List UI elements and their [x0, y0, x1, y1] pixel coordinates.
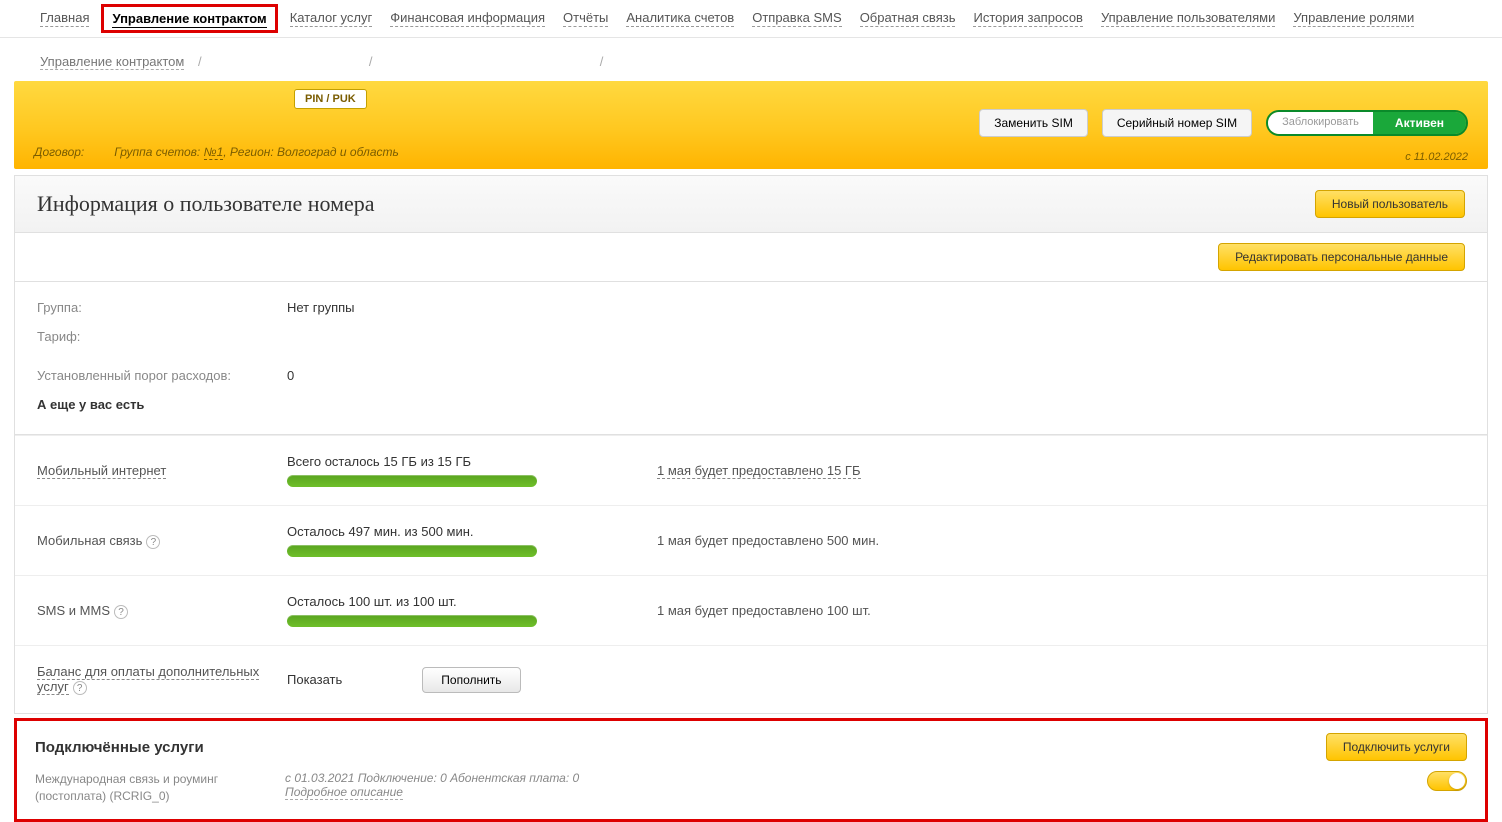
usage-internet-next[interactable]: 1 мая будет предоставлено 15 ГБ — [657, 463, 861, 479]
help-icon[interactable]: ? — [114, 605, 128, 619]
replace-sim-button[interactable]: Заменить SIM — [979, 109, 1088, 137]
nav-reports[interactable]: Отчёты — [563, 10, 608, 27]
usage-sms-label: SMS и MMS — [37, 603, 110, 618]
usage-internet-bar — [287, 475, 537, 487]
nav-roles[interactable]: Управление ролями — [1293, 10, 1414, 27]
group-label: Группа счетов: — [114, 145, 200, 159]
help-icon[interactable]: ? — [146, 535, 160, 549]
top-nav: Главная Управление контрактом Каталог ус… — [0, 0, 1502, 38]
usage-calls-bar — [287, 545, 537, 557]
breadcrumb-sep2: / — [369, 54, 373, 69]
services-section: Подключённые услуги Подключить услуги Ме… — [14, 718, 1488, 822]
usage-sms-next: 1 мая будет предоставлено 100 шт. — [657, 603, 871, 618]
usage-calls-label: Мобильная связь — [37, 533, 142, 548]
breadcrumb-root[interactable]: Управление контрактом — [40, 54, 184, 70]
service-row: Международная связь и роуминг (постоплат… — [35, 771, 1467, 805]
block-button[interactable]: Заблокировать — [1268, 112, 1373, 134]
nav-contract-highlight: Управление контрактом — [101, 4, 277, 33]
breadcrumb-sep3: / — [600, 54, 604, 69]
group-field-label: Группа: — [37, 300, 287, 315]
usage-balance-row: Баланс для оплаты дополнительных услуг? … — [15, 645, 1487, 713]
also-have-header: А еще у вас есть — [37, 397, 1465, 412]
pin-puk-button[interactable]: PIN / PUK — [294, 89, 367, 109]
usage-section: Мобильный интернет Всего осталось 15 ГБ … — [14, 435, 1488, 714]
tariff-field-label: Тариф: — [37, 329, 287, 344]
help-icon[interactable]: ? — [73, 681, 87, 695]
usage-internet-row: Мобильный интернет Всего осталось 15 ГБ … — [15, 435, 1487, 505]
region-text: , Регион: Волгоград и область — [223, 145, 399, 159]
nav-history[interactable]: История запросов — [973, 10, 1083, 27]
balance-show[interactable]: Показать — [287, 672, 342, 687]
service-toggle[interactable] — [1427, 771, 1467, 791]
nav-users[interactable]: Управление пользователями — [1101, 10, 1275, 27]
new-user-button[interactable]: Новый пользователь — [1315, 190, 1465, 218]
edit-personal-button[interactable]: Редактировать персональные данные — [1218, 243, 1465, 271]
usage-sms-bar — [287, 615, 537, 627]
usage-sms-text: Осталось 100 шт. из 100 шт. — [287, 594, 657, 609]
usage-internet-text: Всего осталось 15 ГБ из 15 ГБ — [287, 454, 657, 469]
group-link[interactable]: №1 — [204, 145, 224, 160]
usage-calls-next: 1 мая будет предоставлено 500 мин. — [657, 533, 879, 548]
status-pill: Заблокировать Активен — [1266, 110, 1468, 136]
nav-main[interactable]: Главная — [40, 10, 89, 27]
topup-button[interactable]: Пополнить — [422, 667, 520, 693]
nav-sms[interactable]: Отправка SMS — [752, 10, 841, 27]
connect-services-button[interactable]: Подключить услуги — [1326, 733, 1467, 761]
nav-contract[interactable]: Управление контрактом — [112, 11, 266, 28]
usage-sms-row: SMS и MMS? Осталось 100 шт. из 100 шт. 1… — [15, 575, 1487, 645]
threshold-value: 0 — [287, 368, 294, 383]
contract-label: Договор: — [34, 145, 84, 159]
services-title: Подключённые услуги — [35, 739, 204, 756]
breadcrumb: Управление контрактом / / / — [0, 38, 1502, 81]
usage-calls-row: Мобильная связь? Осталось 497 мин. из 50… — [15, 505, 1487, 575]
usage-balance-label[interactable]: Баланс для оплаты дополнительных услуг — [37, 664, 259, 695]
contract-header: PIN / PUK Заменить SIM Серийный номер SI… — [14, 81, 1488, 169]
status-active: Активен — [1373, 112, 1466, 134]
nav-analytics[interactable]: Аналитика счетов — [626, 10, 734, 27]
usage-internet-label[interactable]: Мобильный интернет — [37, 463, 166, 479]
service-meta: с 01.03.2021 Подключение: 0 Абонентская … — [285, 771, 1407, 785]
breadcrumb-sep: / — [198, 54, 202, 69]
threshold-label: Установленный порог расходов: — [37, 368, 287, 383]
nav-catalog[interactable]: Каталог услуг — [290, 10, 373, 27]
edit-row: Редактировать персональные данные — [14, 233, 1488, 282]
serial-sim-button[interactable]: Серийный номер SIM — [1102, 109, 1252, 137]
usage-calls-text: Осталось 497 мин. из 500 мин. — [287, 524, 657, 539]
service-detail-link[interactable]: Подробное описание — [285, 785, 403, 800]
userinfo-header: Информация о пользователе номера Новый п… — [14, 175, 1488, 233]
user-details: Группа: Нет группы Тариф: Установленный … — [14, 282, 1488, 435]
nav-finance[interactable]: Финансовая информация — [390, 10, 545, 27]
group-field-value: Нет группы — [287, 300, 355, 315]
nav-feedback[interactable]: Обратная связь — [860, 10, 956, 27]
since-date: с 11.02.2022 — [1405, 151, 1468, 163]
service-name: Международная связь и роуминг (постоплат… — [35, 771, 285, 805]
page-title: Информация о пользователе номера — [37, 191, 375, 217]
